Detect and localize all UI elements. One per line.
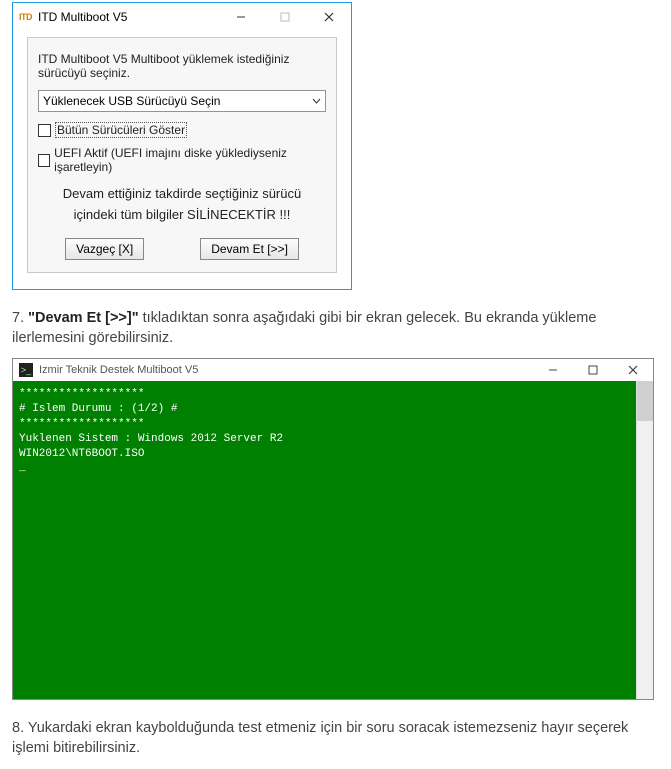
console-title: Izmir Teknik Destek Multiboot V5 xyxy=(39,364,533,376)
console-window: >_ Izmir Teknik Destek Multiboot V5 ****… xyxy=(12,358,654,700)
console-close-button[interactable] xyxy=(613,359,653,381)
chevron-down-icon xyxy=(312,96,321,107)
cancel-button[interactable]: Vazgeç [X] xyxy=(65,238,144,260)
warning-text: Devam ettiğiniz takdirde seçtiğiniz sürü… xyxy=(38,184,326,226)
usb-drive-select[interactable]: Yüklenecek USB Sürücüyü Seçin xyxy=(38,90,326,112)
select-placeholder: Yüklenecek USB Sürücüyü Seçin xyxy=(43,94,220,108)
dialog-title: ITD Multiboot V5 xyxy=(38,10,219,24)
itd-multiboot-dialog: ITD ITD Multiboot V5 ITD Multiboot V5 Mu… xyxy=(12,2,352,290)
scrollbar-thumb[interactable] xyxy=(637,381,653,421)
console-maximize-button[interactable] xyxy=(573,359,613,381)
step-7-text: 7. "Devam Et [>>]" tıkladıktan sonra aşa… xyxy=(12,308,659,349)
instruction-text: ITD Multiboot V5 Multiboot yüklemek iste… xyxy=(38,52,326,80)
app-icon: ITD xyxy=(19,12,32,22)
console-titlebar: >_ Izmir Teknik Destek Multiboot V5 xyxy=(13,359,653,381)
close-button[interactable] xyxy=(307,3,351,31)
uefi-active-checkbox-row[interactable]: UEFI Aktif (UEFI imajını diske yüklediys… xyxy=(38,146,326,174)
minimize-button[interactable] xyxy=(219,3,263,31)
dialog-body: ITD Multiboot V5 Multiboot yüklemek iste… xyxy=(27,37,337,273)
button-row: Vazgeç [X] Devam Et [>>] xyxy=(38,238,326,260)
checkbox-icon xyxy=(38,154,50,167)
show-all-drives-checkbox-row[interactable]: Bütün Sürücüleri Göster xyxy=(38,122,326,138)
checkbox-icon xyxy=(38,124,51,137)
console-scrollbar[interactable] xyxy=(636,381,653,699)
uefi-active-label: UEFI Aktif (UEFI imajını diske yüklediys… xyxy=(54,146,326,174)
dialog-titlebar: ITD ITD Multiboot V5 xyxy=(13,3,351,31)
show-all-drives-label: Bütün Sürücüleri Göster xyxy=(55,122,187,138)
maximize-button[interactable] xyxy=(263,3,307,31)
console-minimize-button[interactable] xyxy=(533,359,573,381)
continue-button[interactable]: Devam Et [>>] xyxy=(200,238,299,260)
step-8-text: 8. Yukardaki ekran kaybolduğunda test et… xyxy=(12,718,659,759)
console-output: ******************* # Islem Durumu : (1/… xyxy=(13,381,636,699)
console-icon: >_ xyxy=(19,363,33,377)
